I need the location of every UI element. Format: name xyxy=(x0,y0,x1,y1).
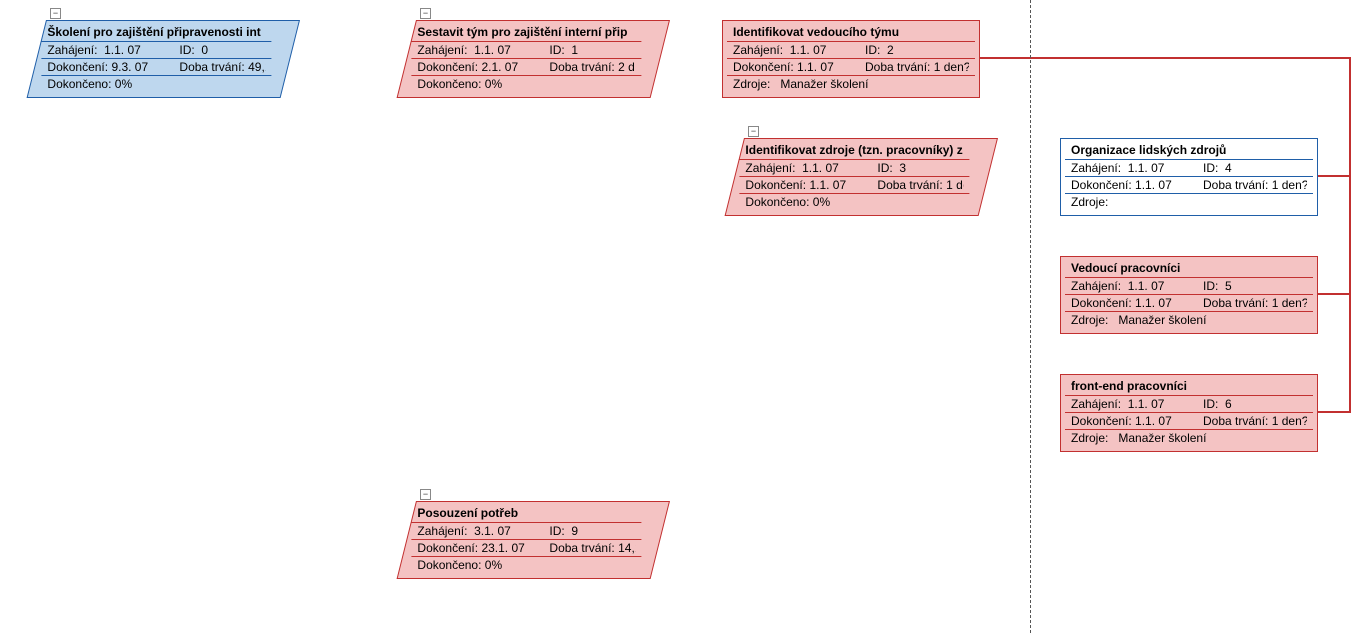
field-end: Dokončení: 1.1. 07 xyxy=(733,60,853,74)
field-complete: Dokončeno: 0% xyxy=(745,195,963,209)
field-id: ID: 4 xyxy=(1203,161,1307,175)
collapse-toggle-n9[interactable]: − xyxy=(420,489,431,500)
field-id: ID: 6 xyxy=(1203,397,1307,411)
field-start: Zahájení: 1.1. 07 xyxy=(417,43,537,57)
task-title: front-end pracovníci xyxy=(1069,379,1309,395)
field-start: Zahájení: 1.1. 07 xyxy=(1071,279,1191,293)
field-id: ID: 5 xyxy=(1203,279,1307,293)
task-node-6[interactable]: front-end pracovníci Zahájení: 1.1. 07 I… xyxy=(1060,374,1318,452)
field-complete: Dokončeno: 0% xyxy=(417,77,635,91)
field-duration: Doba trvání: 1 den? xyxy=(1203,296,1307,310)
field-resources: Zdroje: Manažer školení xyxy=(733,77,969,91)
field-id: ID: 9 xyxy=(549,524,635,538)
field-duration: Doba trvání: 1 den? xyxy=(1203,178,1307,192)
field-duration: Doba trvání: 49,25 dn xyxy=(179,60,265,74)
field-end: Dokončení: 1.1. 07 xyxy=(1071,414,1191,428)
task-node-9[interactable]: Posouzení potřeb Zahájení: 3.1. 07 ID: 9… xyxy=(416,501,670,579)
field-end: Dokončení: 9.3. 07 xyxy=(47,60,167,74)
collapse-toggle-n0[interactable]: − xyxy=(50,8,61,19)
task-node-3[interactable]: Identifikovat zdroje (tzn. pracovníky) z… xyxy=(744,138,998,216)
task-node-5[interactable]: Vedoucí pracovníci Zahájení: 1.1. 07 ID:… xyxy=(1060,256,1318,334)
task-node-2[interactable]: Identifikovat vedoucího týmu Zahájení: 1… xyxy=(722,20,980,98)
field-duration: Doba trvání: 2 dny? xyxy=(549,60,635,74)
task-title: Organizace lidských zdrojů xyxy=(1069,143,1309,159)
field-resources: Zdroje: Manažer školení xyxy=(1071,431,1307,445)
field-complete: Dokončeno: 0% xyxy=(47,77,265,91)
field-start: Zahájení: 1.1. 07 xyxy=(745,161,865,175)
field-start: Zahájení: 1.1. 07 xyxy=(733,43,853,57)
field-id: ID: 0 xyxy=(179,43,265,57)
task-title: Sestavit tým pro zajištění interní přip xyxy=(415,25,637,41)
field-duration: Doba trvání: 1 den? xyxy=(865,60,969,74)
field-duration: Doba trvání: 1 den? xyxy=(1203,414,1307,428)
field-resources: Zdroje: Manažer školení xyxy=(1071,313,1307,327)
field-id: ID: 1 xyxy=(549,43,635,57)
field-duration: Doba trvání: 14,25 dn xyxy=(549,541,635,555)
collapse-toggle-n3[interactable]: − xyxy=(748,126,759,137)
field-start: Zahájení: 1.1. 07 xyxy=(1071,161,1191,175)
field-start: Zahájení: 1.1. 07 xyxy=(1071,397,1191,411)
field-id: ID: 2 xyxy=(865,43,969,57)
collapse-toggle-n1[interactable]: − xyxy=(420,8,431,19)
task-title: Posouzení potřeb xyxy=(415,506,637,522)
page-break-line xyxy=(1030,0,1031,633)
field-end: Dokončení: 2.1. 07 xyxy=(417,60,537,74)
task-node-0[interactable]: Školení pro zajištění připravenosti int … xyxy=(46,20,300,98)
field-resources: Zdroje: xyxy=(1071,195,1307,209)
diagram-canvas: − − − − Školení pro zajištění připraveno… xyxy=(0,0,1366,633)
field-end: Dokončení: 1.1. 07 xyxy=(745,178,865,192)
field-start: Zahájení: 3.1. 07 xyxy=(417,524,537,538)
field-id: ID: 3 xyxy=(877,161,963,175)
task-title: Vedoucí pracovníci xyxy=(1069,261,1309,277)
field-end: Dokončení: 1.1. 07 xyxy=(1071,296,1191,310)
field-start: Zahájení: 1.1. 07 xyxy=(47,43,167,57)
task-title: Identifikovat vedoucího týmu xyxy=(731,25,971,41)
task-node-4[interactable]: Organizace lidských zdrojů Zahájení: 1.1… xyxy=(1060,138,1318,216)
field-complete: Dokončeno: 0% xyxy=(417,558,635,572)
field-end: Dokončení: 23.1. 07 xyxy=(417,541,537,555)
task-title: Školení pro zajištění připravenosti int xyxy=(45,25,267,41)
task-node-1[interactable]: Sestavit tým pro zajištění interní přip … xyxy=(416,20,670,98)
field-end: Dokončení: 1.1. 07 xyxy=(1071,178,1191,192)
task-title: Identifikovat zdroje (tzn. pracovníky) z xyxy=(743,143,965,159)
field-duration: Doba trvání: 1 den? xyxy=(877,178,963,192)
